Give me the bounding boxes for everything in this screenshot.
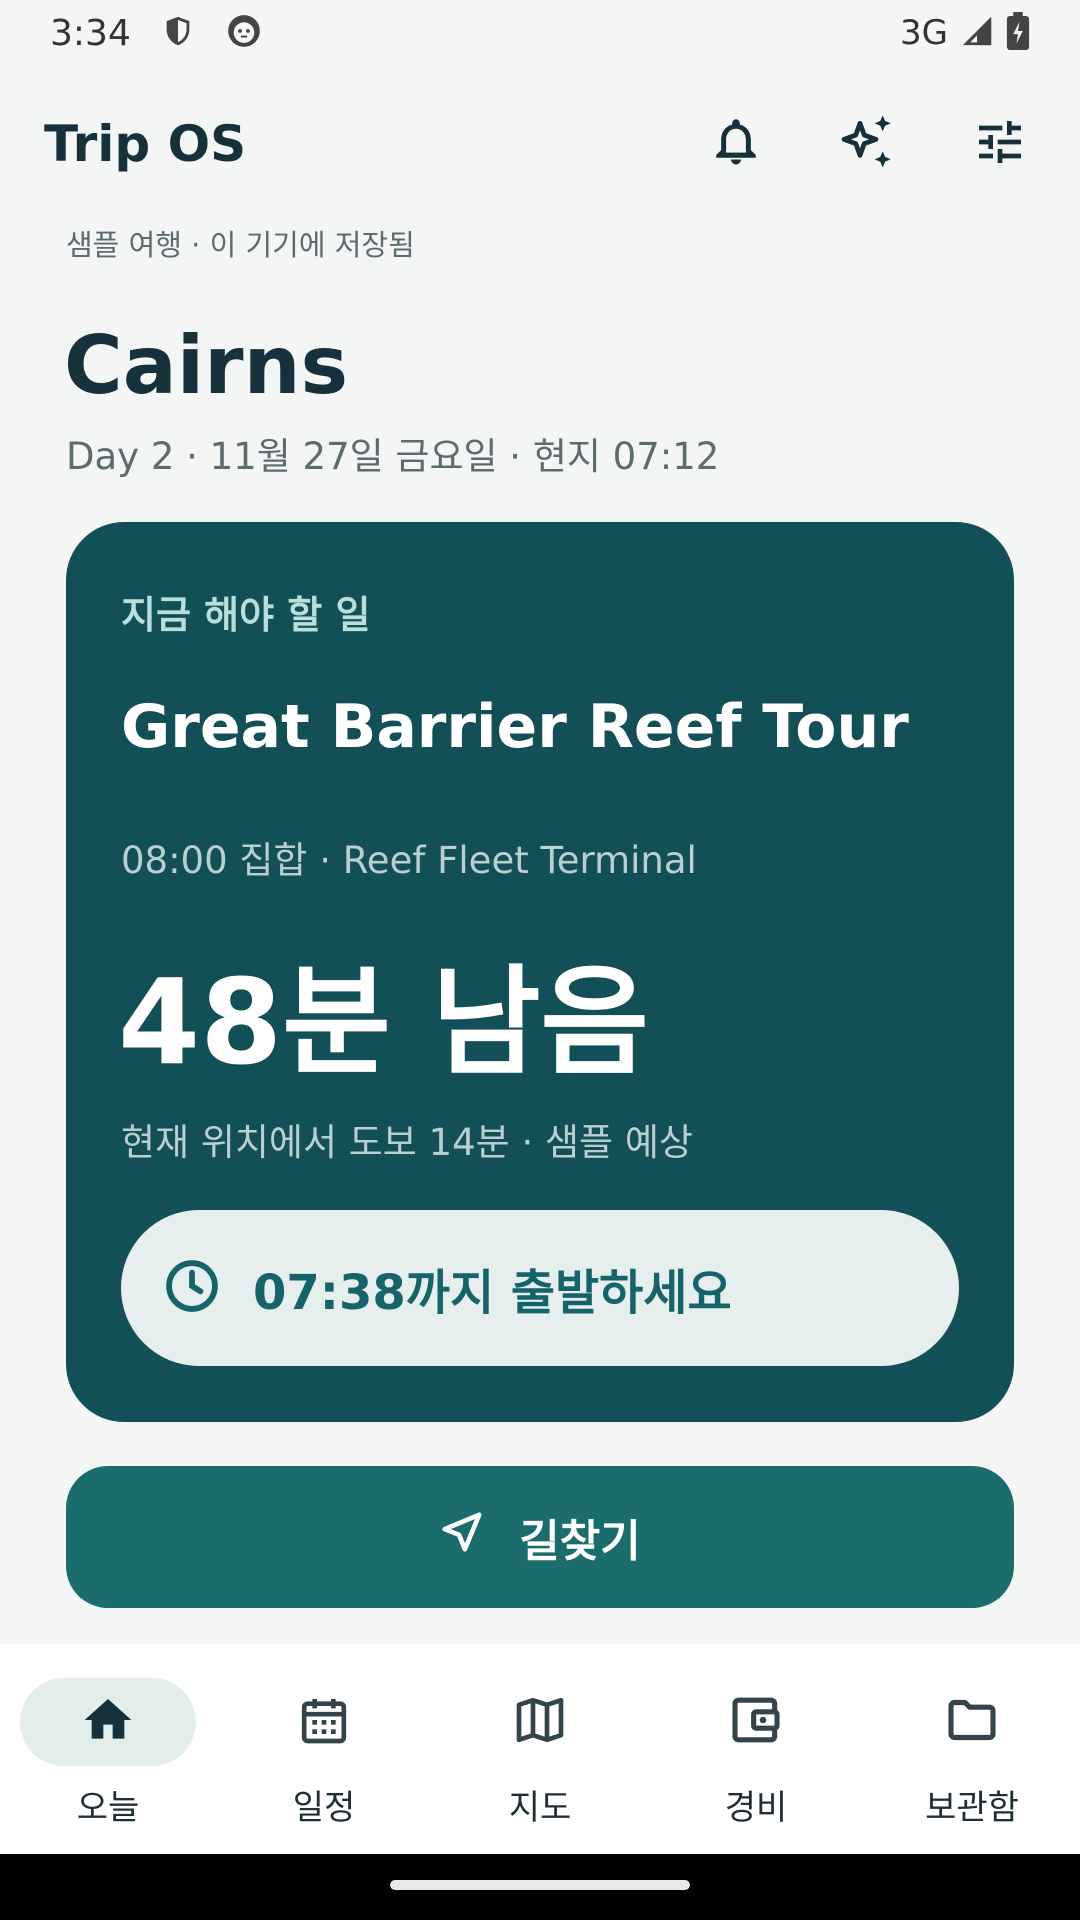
tune-icon [972,114,1028,174]
trip-storage-note: 샘플 여행 · 이 기기에 저장됨 [66,228,415,262]
app-bar: Trip OS [0,96,1080,192]
nav-item-archive[interactable]: 보관함 [864,1678,1080,1829]
nav-label-today: 오늘 [76,1788,140,1828]
signal-icon [960,14,994,52]
countdown: 48분 남음 [118,953,649,1091]
nav-label-archive: 보관함 [925,1788,1019,1828]
calendar-icon [296,1692,352,1752]
navigation-arrow-icon [439,1509,485,1566]
nav-label-schedule: 일정 [292,1788,356,1828]
settings-button[interactable] [964,108,1036,180]
departure-reminder: 07:38까지 출발하세요 [121,1210,959,1366]
battery-icon [1006,12,1030,54]
cat-face-icon [225,12,263,54]
nav-item-map[interactable]: 지도 [432,1678,648,1829]
shield-icon [161,12,195,54]
nav-label-map: 지도 [508,1788,572,1828]
nav-icon-wrap [668,1678,844,1766]
ai-assistant-button[interactable] [832,108,904,180]
departure-text: 07:38까지 출발하세요 [253,1265,732,1321]
wallet-icon [728,1692,784,1752]
nav-item-expenses[interactable]: 경비 [648,1678,864,1829]
nav-icon-wrap [452,1678,628,1766]
map-icon [512,1692,568,1752]
next-task-label: 지금 해야 할 일 [121,593,371,637]
home-icon [80,1692,136,1752]
bottom-navigation: 오늘 일정 지도 경비 보관함 [0,1644,1080,1854]
sparkle-icon [836,110,900,178]
meeting-info: 08:00 집합 · Reef Fleet Terminal [121,839,697,882]
bell-icon [709,113,763,175]
nav-icon-wrap [236,1678,412,1766]
status-time: 3:34 [50,12,131,54]
app-title: Trip OS [44,115,247,173]
navigate-button-label: 길찾기 [519,1516,641,1567]
network-type: 3G [900,13,948,53]
folder-icon [944,1692,1000,1752]
nav-label-expenses: 경비 [724,1788,788,1828]
navigate-button[interactable]: 길찾기 [66,1466,1014,1608]
page-title: Cairns [64,319,349,412]
nav-item-schedule[interactable]: 일정 [216,1678,432,1829]
trip-date-line: Day 2 · 11월 27일 금요일 · 현지 07:12 [66,435,720,478]
app-actions [700,108,1036,180]
notifications-button[interactable] [700,108,772,180]
walk-estimate: 현재 위치에서 도보 14분 · 샘플 예상 [121,1121,693,1164]
next-task-card[interactable]: 지금 해야 할 일 Great Barrier Reef Tour 08:00 … [66,522,1014,1422]
next-task-title: Great Barrier Reef Tour [121,692,909,762]
nav-item-today[interactable]: 오늘 [0,1678,216,1829]
status-right: 3G [900,12,1030,54]
status-left: 3:34 [50,12,263,54]
home-gesture-handle[interactable] [390,1880,690,1890]
status-bar: 3:34 3G [0,0,1080,66]
clock-icon [163,1257,221,1319]
nav-active-indicator [20,1678,196,1766]
nav-icon-wrap [884,1678,1060,1766]
system-gesture-area [0,1854,1080,1920]
